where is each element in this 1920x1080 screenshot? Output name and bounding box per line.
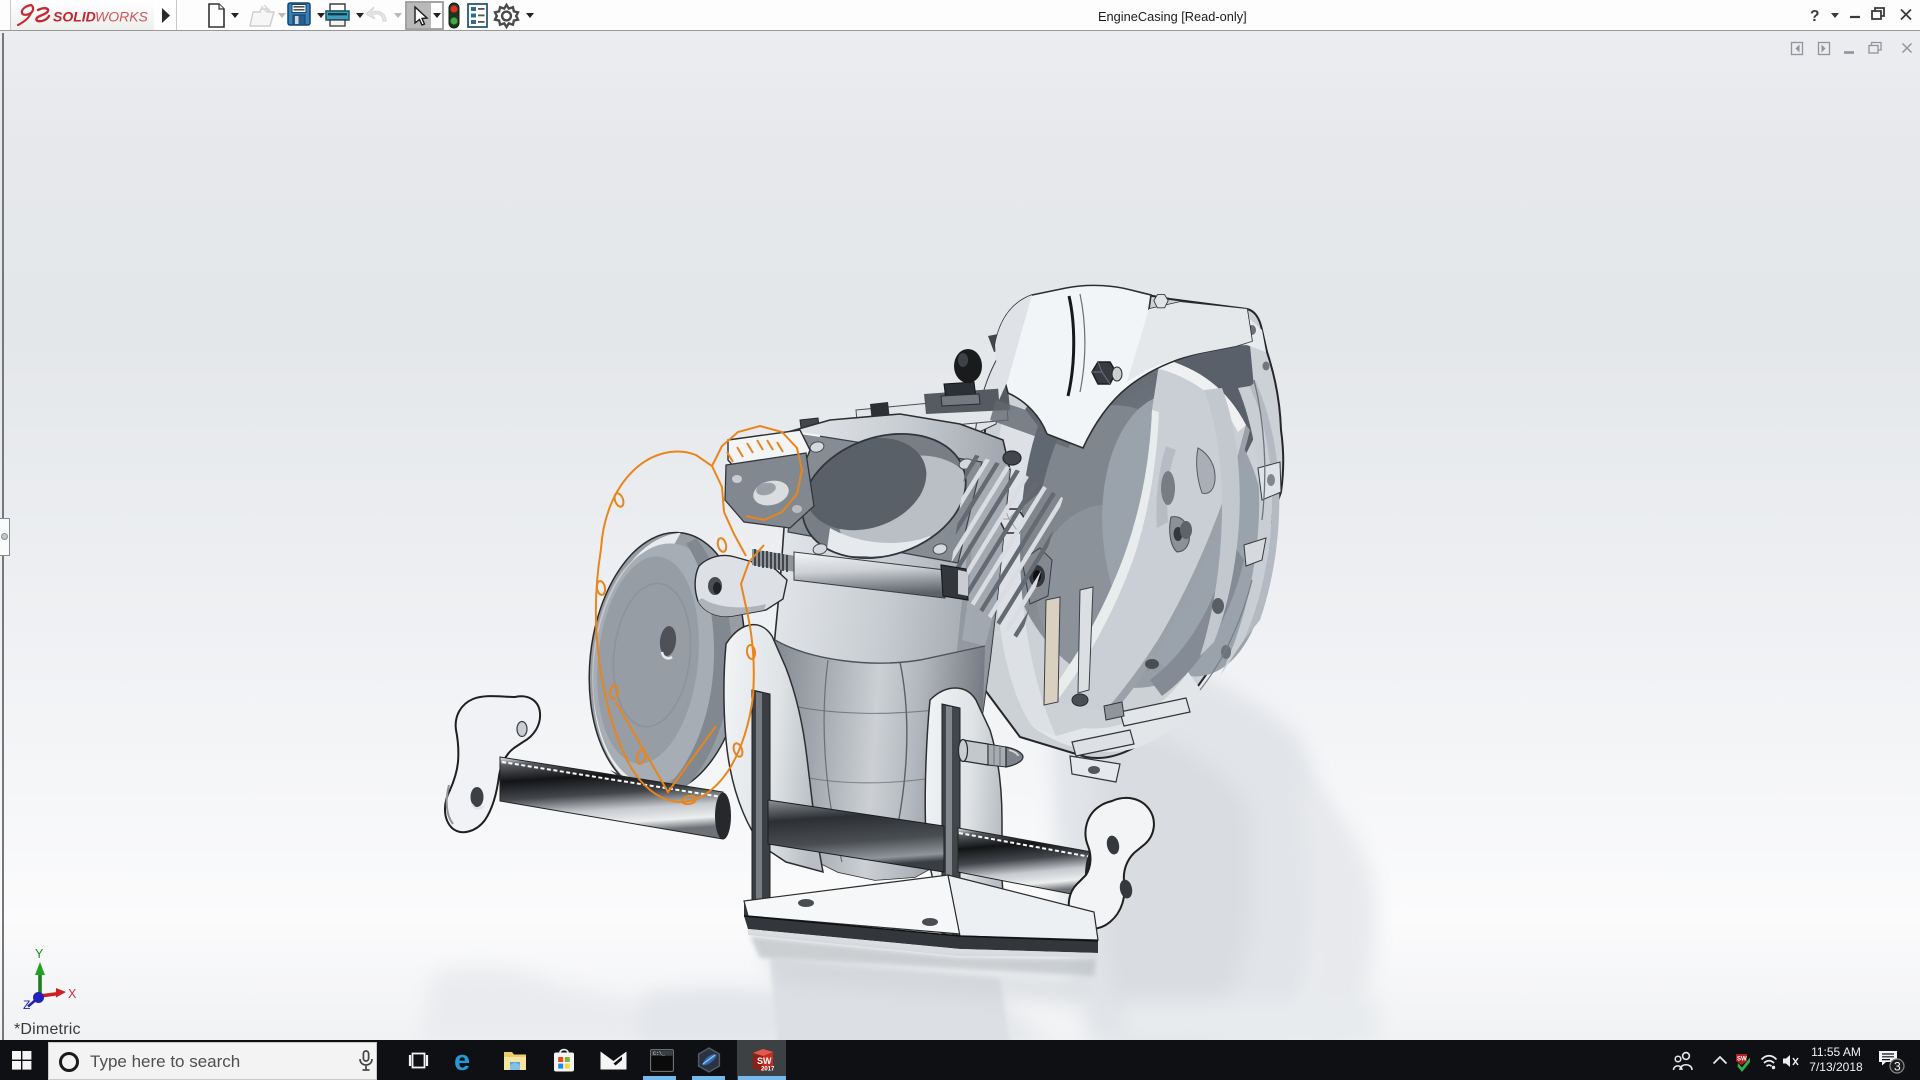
svg-text:SOLID: SOLID [53,9,96,25]
svg-text:SW: SW [1737,1057,1747,1063]
svg-text:Z: Z [23,998,30,1012]
svg-text:SW: SW [757,1056,772,1066]
svg-text:Y: Y [35,947,44,961]
svg-text:e: e [454,1047,470,1075]
svg-text:WORKS: WORKS [95,9,149,25]
svg-text:X: X [68,987,77,1001]
svg-text:?: ? [1810,8,1819,25]
svg-text:3: 3 [1894,1060,1901,1074]
svg-text:2017: 2017 [761,1067,775,1073]
